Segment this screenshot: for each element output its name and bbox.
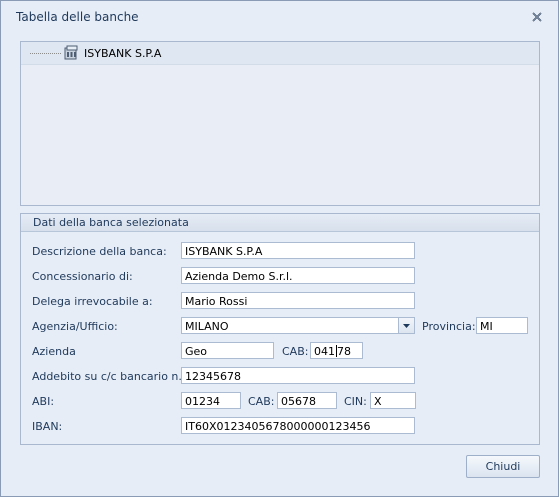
close-icon[interactable] [530, 10, 544, 24]
addebito-label: Addebito su c/c bancario n.: [32, 370, 186, 383]
addebito-field[interactable]: 12345678 [181, 367, 415, 384]
tree-item-label: ISYBANK S.P.A [84, 47, 162, 60]
agenzia-dropdown-button[interactable] [399, 317, 415, 334]
provincia-label: Provincia: [422, 320, 476, 333]
iban-field[interactable]: IT60X0123405678000000123456 [181, 417, 415, 434]
concessionario-field[interactable]: Azienda Demo S.r.l. [181, 267, 415, 284]
cab-label: CAB: [282, 345, 309, 358]
cab2-field[interactable]: 05678 [277, 392, 337, 409]
concessionario-label: Concessionario di: [32, 270, 133, 283]
delega-label: Delega irrevocabile a: [32, 295, 153, 308]
tree-connector [30, 53, 61, 54]
bank-icon [63, 45, 79, 61]
window-title: Tabella delle banche [16, 10, 139, 24]
cin-field[interactable]: X [370, 392, 416, 409]
bank-tree[interactable]: ISYBANK S.P.A [20, 41, 540, 206]
cab-field[interactable]: 041 78 [310, 342, 363, 359]
delega-field[interactable]: Mario Rossi [181, 292, 415, 309]
abi-label: ABI: [32, 395, 55, 408]
descrizione-field[interactable]: ISYBANK S.P.A [181, 242, 415, 259]
provincia-field[interactable]: MI [476, 317, 528, 334]
close-button[interactable]: Chiudi [466, 455, 540, 478]
abi-field[interactable]: 01234 [181, 392, 241, 409]
tree-item-isybank[interactable]: ISYBANK S.P.A [21, 42, 539, 65]
descrizione-label: Descrizione della banca: [32, 245, 167, 258]
azienda-field[interactable]: Geo [181, 342, 274, 359]
iban-label: IBAN: [32, 420, 63, 433]
group-title: Dati della banca selezionata [33, 216, 189, 229]
cab-value-start: 041 [314, 345, 335, 358]
azienda-label: Azienda [32, 345, 76, 358]
agenzia-label: Agenzia/Ufficio: [32, 320, 118, 333]
group-header: Dati della banca selezionata [21, 214, 539, 232]
dialog-window: Tabella delle banche ISYBANK S.P.A Dati … [0, 0, 559, 497]
cab2-label: CAB: [248, 395, 275, 408]
chevron-down-icon [403, 324, 410, 328]
title-bar: Tabella delle banche [1, 1, 558, 33]
cab-value-end: 78 [337, 345, 351, 358]
agenzia-combo[interactable]: MILANO [181, 317, 399, 334]
cin-label: CIN: [344, 395, 367, 408]
